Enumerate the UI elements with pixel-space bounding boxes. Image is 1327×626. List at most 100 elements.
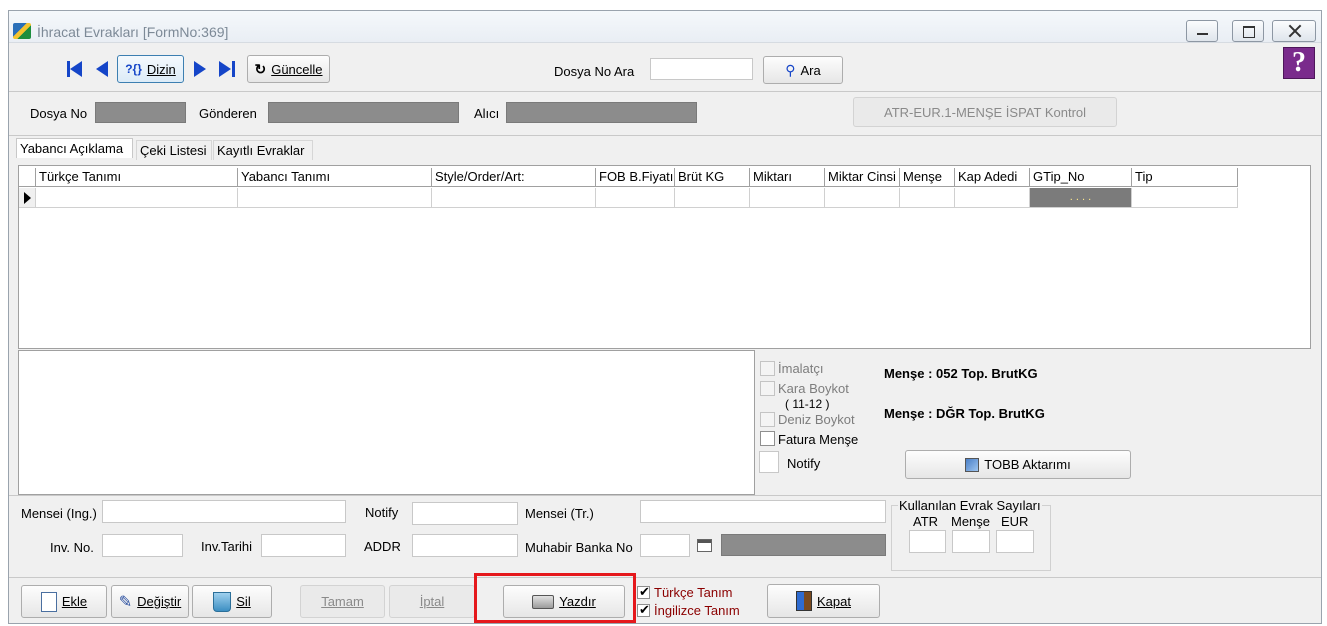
- tab-yabanci-aciklama[interactable]: Yabancı Açıklama: [16, 138, 133, 158]
- dosya-no-field[interactable]: [95, 102, 186, 123]
- muhabir-banka-no-label: Muhabir Banka No: [525, 540, 633, 555]
- grid-cell[interactable]: [238, 188, 432, 208]
- ekle-button[interactable]: Ekle: [21, 585, 107, 618]
- minimize-button[interactable]: [1186, 20, 1218, 42]
- grid-cell[interactable]: [36, 188, 238, 208]
- kapat-button[interactable]: Kapat: [767, 584, 880, 618]
- dosya-no-ara-label: Dosya No Ara: [554, 64, 635, 79]
- yazdir-button[interactable]: Yazdır: [503, 585, 625, 618]
- mensei-tr-label: Mensei (Tr.): [525, 506, 594, 521]
- notify-option-label: Notify: [787, 456, 821, 471]
- tobb-icon: [965, 457, 980, 472]
- col-kap-adedi[interactable]: Kap Adedi: [955, 168, 1030, 187]
- sil-button[interactable]: Sil: [192, 585, 272, 618]
- col-turkce-tanimi[interactable]: Türkçe Tanımı: [36, 168, 238, 187]
- col-miktar-cinsi[interactable]: Miktar Cinsi: [825, 168, 900, 187]
- grid-cell[interactable]: [596, 188, 675, 208]
- recycle-bin-icon: [213, 591, 232, 612]
- col-mense[interactable]: Menşe: [900, 168, 955, 187]
- index-icon: ?{}: [125, 62, 142, 76]
- grid-cell[interactable]: [1132, 188, 1238, 208]
- guncelle-button[interactable]: ↻ Güncelle: [247, 55, 330, 83]
- next-record-icon[interactable]: [191, 59, 211, 79]
- dosya-no-search-input[interactable]: [650, 58, 753, 80]
- tamam-button[interactable]: Tamam: [300, 585, 385, 618]
- mensei-ing-input[interactable]: [102, 500, 346, 523]
- ara-button[interactable]: ⚲ Ara: [763, 56, 843, 84]
- row-indicator[interactable]: [19, 188, 36, 208]
- inv-tarihi-input[interactable]: [261, 534, 346, 557]
- mense-dgr-label: Menşe : DĞR Top. BrutKG: [884, 406, 1045, 421]
- grid-cell[interactable]: [675, 188, 750, 208]
- gonderen-label: Gönderen: [199, 106, 257, 121]
- grid-cell[interactable]: [900, 188, 955, 208]
- first-record-icon[interactable]: [65, 59, 85, 79]
- atr-label: ATR: [913, 514, 939, 529]
- app-icon: [13, 23, 31, 39]
- atr-eur-kontrol-button[interactable]: ATR-EUR.1-MENŞE İSPAT Kontrol: [853, 97, 1117, 127]
- col-miktari[interactable]: Miktarı: [750, 168, 825, 187]
- tab-ceki-listesi[interactable]: Çeki Listesi: [136, 140, 212, 160]
- grid-cell[interactable]: [750, 188, 825, 208]
- evrak-sayilari-title: Kullanılan Evrak Sayıları: [898, 498, 1042, 513]
- title-bar: İhracat Evrakları [FormNo:369]: [9, 11, 1321, 43]
- degistir-label: Değiştir: [137, 594, 182, 609]
- iptal-button[interactable]: İptal: [389, 585, 475, 618]
- col-gtip-no[interactable]: GTip_No: [1030, 168, 1132, 187]
- col-style-order-art[interactable]: Style/Order/Art:: [432, 168, 596, 187]
- col-brut-kg[interactable]: Brüt KG: [675, 168, 750, 187]
- atr-input[interactable]: [909, 530, 946, 553]
- aciklama-memo[interactable]: [18, 350, 755, 495]
- degistir-button[interactable]: ✎ Değiştir: [111, 585, 189, 618]
- imalatci-label: İmalatçı: [778, 361, 824, 376]
- mensei-ing-label: Mensei (Ing.): [21, 506, 97, 521]
- grid-cell[interactable]: [432, 188, 596, 208]
- window-title: İhracat Evrakları [FormNo:369]: [37, 24, 229, 40]
- help-icon[interactable]: ?: [1283, 47, 1315, 79]
- dizin-button[interactable]: ?{} Dizin: [117, 55, 184, 83]
- last-record-icon[interactable]: [217, 59, 237, 79]
- evrak-mense-input[interactable]: [952, 530, 990, 553]
- calendar-icon[interactable]: [697, 539, 712, 552]
- dizin-label: Dizin: [146, 61, 176, 77]
- deniz-boykot-checkbox[interactable]: [760, 412, 775, 427]
- notify-box[interactable]: [759, 451, 779, 473]
- grid-cell[interactable]: [955, 188, 1030, 208]
- muhabir-banka-field[interactable]: [721, 534, 886, 556]
- col-yabanci-tanimi[interactable]: Yabancı Tanımı: [238, 168, 432, 187]
- inv-no-input[interactable]: [102, 534, 183, 557]
- col-tip[interactable]: Tip: [1132, 168, 1238, 187]
- muhabir-banka-no-input[interactable]: [640, 534, 690, 557]
- turkce-tanim-checkbox[interactable]: [637, 584, 650, 600]
- tab-kayitli-evraklar[interactable]: Kayıtlı Evraklar: [213, 140, 313, 160]
- ingilizce-tanim-label: İngilizce Tanım: [654, 603, 740, 618]
- fatura-mense-checkbox[interactable]: [760, 431, 775, 446]
- gtip-no-cell[interactable]: . . . .: [1030, 188, 1132, 208]
- col-fob-fiyati[interactable]: FOB B.Fiyatı: [596, 168, 675, 187]
- imalatci-checkbox[interactable]: [760, 361, 775, 376]
- mensei-tr-input[interactable]: [640, 500, 886, 523]
- grid-corner: [19, 168, 36, 187]
- inv-no-label: Inv. No.: [50, 540, 94, 555]
- gonderen-field[interactable]: [268, 102, 459, 123]
- addr-input[interactable]: [412, 534, 518, 557]
- notify-input[interactable]: [412, 502, 518, 525]
- ekle-label: Ekle: [61, 594, 88, 609]
- mense-052-label: Menşe : 052 Top. BrutKG: [884, 366, 1038, 381]
- tobb-aktarimi-button[interactable]: TOBB Aktarımı: [905, 450, 1131, 479]
- ingilizce-tanim-checkbox[interactable]: [637, 602, 650, 618]
- items-grid[interactable]: Türkçe Tanımı Yabancı Tanımı Style/Order…: [18, 165, 1311, 349]
- eur-input[interactable]: [996, 530, 1034, 553]
- refresh-icon: ↻: [254, 60, 267, 77]
- alici-field[interactable]: [506, 102, 697, 123]
- fatura-mense-label: Fatura Menşe: [778, 432, 859, 447]
- deniz-boykot-label: Deniz Boykot: [778, 412, 855, 427]
- maximize-button[interactable]: [1232, 20, 1264, 42]
- printer-icon: [532, 594, 555, 609]
- edit-pencil-icon: ✎: [118, 593, 133, 611]
- grid-cell[interactable]: [825, 188, 900, 208]
- previous-record-icon[interactable]: [93, 59, 113, 79]
- close-button[interactable]: [1272, 20, 1316, 42]
- kara-boykot-checkbox[interactable]: [760, 381, 775, 396]
- evrak-mense-label: Menşe: [951, 514, 991, 529]
